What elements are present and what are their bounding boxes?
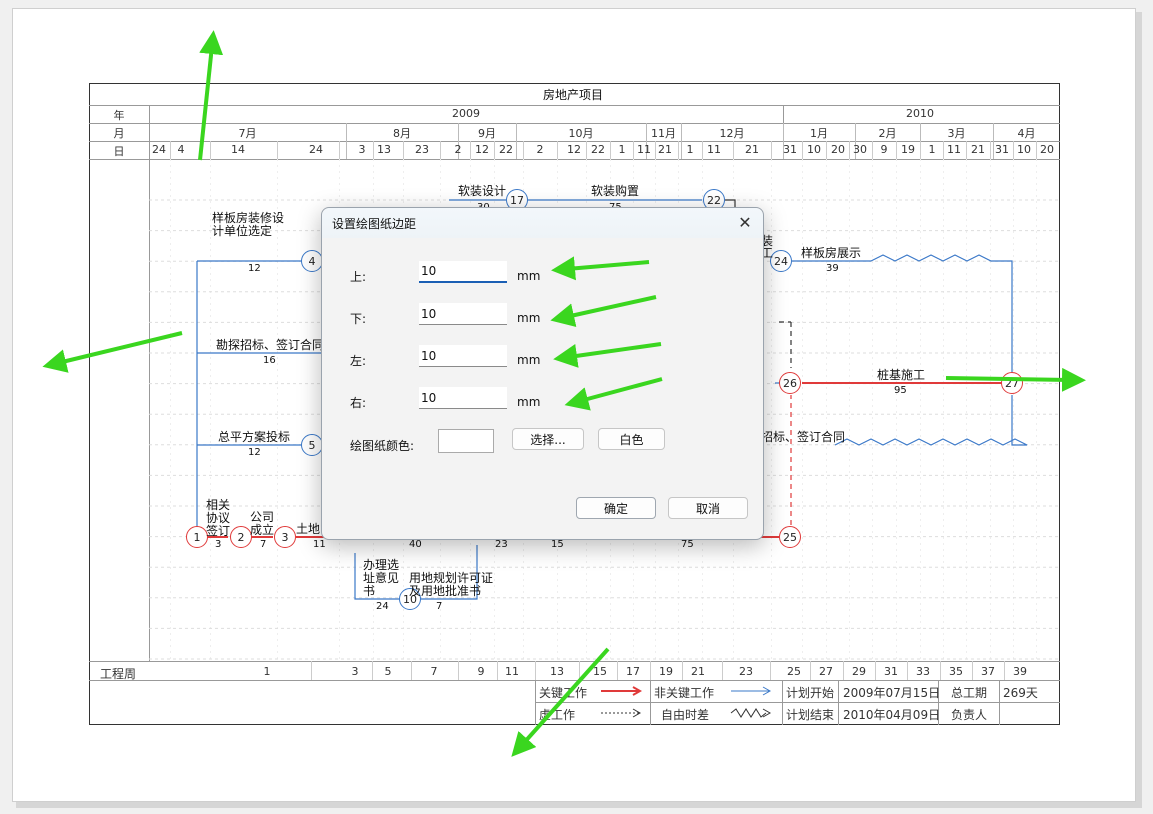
arrow-down-icon (511, 647, 610, 757)
arrow-bottom-field-icon (550, 295, 657, 327)
annotation-arrows (42, 30, 1086, 757)
arrow-right-icon (945, 367, 1086, 392)
arrow-left-icon (42, 331, 183, 373)
arrow-right-field-icon (564, 377, 663, 411)
arrow-up-icon (198, 30, 224, 161)
arrow-left-field-icon (553, 342, 662, 368)
arrow-top-field-icon (551, 256, 650, 281)
